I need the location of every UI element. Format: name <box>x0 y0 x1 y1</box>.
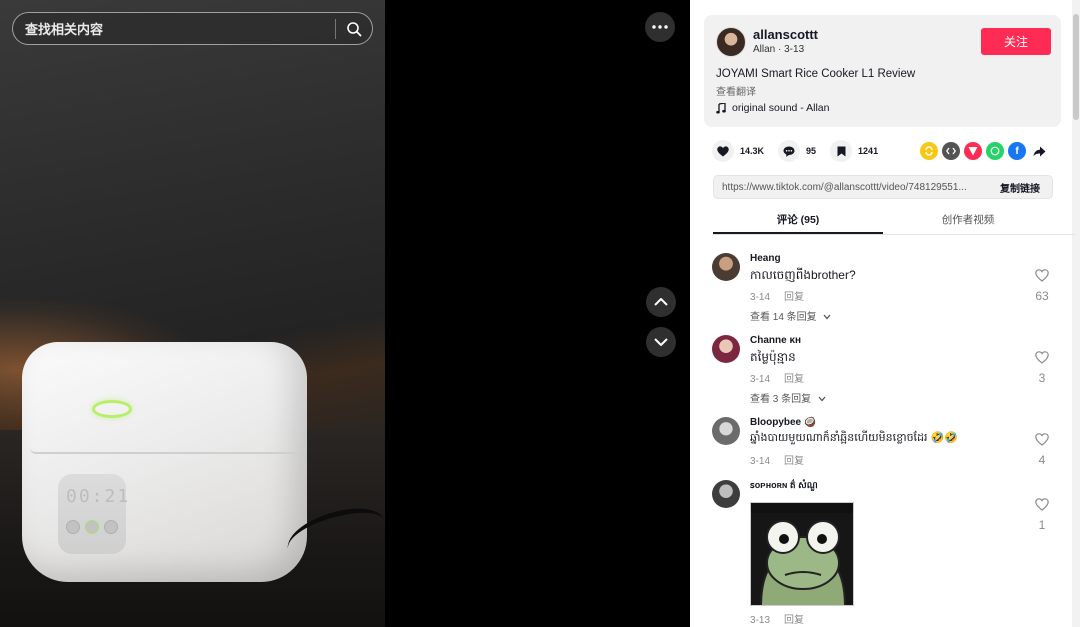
reply-button[interactable]: 回复 <box>784 292 804 303</box>
music-link[interactable]: original sound - Allan <box>716 102 829 114</box>
tab-creator-videos[interactable]: 创作者视频 <box>883 210 1053 234</box>
comment-username[interactable]: Channe ᴋʜ <box>750 335 801 346</box>
video-description: JOYAMI Smart Rice Cooker L1 Review <box>716 68 916 80</box>
comment-like-button[interactable]: 1 <box>1030 498 1054 532</box>
comment-text: ឆ្នាំងបាយមួយណាក៏នាំឆ្អិនហើយមិនខ្លោចដែរ 🤣… <box>750 432 958 444</box>
frog-meme-image[interactable] <box>750 502 854 606</box>
chevron-up-icon <box>654 298 668 306</box>
cooker-power-ring <box>92 400 132 418</box>
heart-outline-icon <box>1035 498 1049 511</box>
author-subtitle: Allan · 3-13 <box>753 44 805 55</box>
comment-item: Bloopybee 🥥 ឆ្នាំងបាយមួយណាក៏នាំឆ្អិនហើយម… <box>712 417 1062 467</box>
commenter-avatar[interactable] <box>712 335 740 363</box>
chevron-down-icon <box>818 396 826 402</box>
comment-username[interactable]: ꜱᴏᴘʜᴏʀɴ ត៌ សំណួ <box>750 480 818 493</box>
reply-button[interactable]: 回复 <box>784 615 804 626</box>
copy-link-button[interactable]: 复制链接 <box>1000 180 1052 195</box>
share-arrow-icon[interactable] <box>1030 142 1048 160</box>
video-link-text[interactable]: https://www.tiktok.com/@allanscottt/vide… <box>714 182 1000 193</box>
author-avatar[interactable] <box>716 27 746 57</box>
scrollbar[interactable] <box>1072 0 1080 627</box>
tab-comments[interactable]: 评论 (95) <box>713 210 883 234</box>
previous-video-button[interactable] <box>646 287 676 317</box>
heart-outline-icon <box>1035 433 1049 446</box>
comment-date: 3-14 <box>750 292 771 303</box>
comment-date: 3-13 <box>750 615 771 626</box>
comment-date: 3-14 <box>750 456 771 467</box>
comment-username[interactable]: Bloopybee 🥥 <box>750 417 816 428</box>
like-button[interactable]: 14.3K <box>712 140 764 162</box>
video-area: 00:21 查找相关内容 <box>0 0 690 627</box>
whatsapp-icon[interactable] <box>986 142 1004 160</box>
comment-button[interactable]: 95 <box>778 140 816 162</box>
comment-like-button[interactable]: 63 <box>1030 269 1054 303</box>
cooker-button <box>66 520 80 534</box>
facebook-icon[interactable]: f <box>1008 142 1026 160</box>
save-count: 1241 <box>858 146 879 156</box>
share-row: f <box>920 142 1048 160</box>
comment-text: កាលចេញពីងbrother? <box>750 268 856 282</box>
commenter-avatar[interactable] <box>712 480 740 508</box>
cooker-button <box>85 520 99 534</box>
comment-like-button[interactable]: 4 <box>1030 433 1054 467</box>
cooker-lid-line <box>30 448 300 454</box>
comment-date: 3-14 <box>750 374 771 385</box>
heart-outline-icon <box>1035 269 1049 282</box>
translate-link[interactable]: 查看翻译 <box>716 83 756 98</box>
panel-tabs: 评论 (95) 创作者视频 <box>713 210 1075 235</box>
music-note-icon <box>716 102 726 113</box>
view-replies-label: 查看 14 条回复 <box>750 312 817 323</box>
view-replies-label: 查看 3 条回复 <box>750 394 812 405</box>
send-icon[interactable] <box>964 142 982 160</box>
comment-icon[interactable] <box>778 140 801 162</box>
view-replies-button[interactable]: 查看 3 条回复 <box>750 390 826 405</box>
follow-button[interactable]: 关注 <box>981 28 1051 55</box>
comment-meta: 3-13 回复 <box>750 611 804 626</box>
repost-icon[interactable] <box>920 142 938 160</box>
comment-item: Heang កាលចេញពីងbrother? 3-14 回复 查看 14 条回复… <box>712 253 1062 323</box>
author-username[interactable]: allanscottt <box>753 27 818 42</box>
search-input[interactable]: 查找相关内容 <box>13 19 335 38</box>
cooker-display: 00:21 <box>66 486 131 507</box>
side-panel: allanscottt Allan · 3-13 关注 JOYAMI Smart… <box>690 0 1080 627</box>
scrollbar-thumb[interactable] <box>1073 14 1079 120</box>
heart-outline-icon <box>1035 351 1049 364</box>
reply-button[interactable]: 回复 <box>784 456 804 467</box>
save-button[interactable]: 1241 <box>830 140 878 162</box>
chevron-down-icon <box>823 314 831 320</box>
commenter-avatar[interactable] <box>712 417 740 445</box>
reply-button[interactable]: 回复 <box>784 374 804 385</box>
comment-text: តម្លៃប៉ុន្មាន <box>750 350 796 364</box>
comment-meta: 3-14 回复 <box>750 288 804 303</box>
commenter-avatar[interactable] <box>712 253 740 281</box>
bookmark-icon[interactable] <box>830 140 853 162</box>
action-row: 14.3K 95 1241 <box>712 140 892 162</box>
comment-item: Channe ᴋʜ តម្លៃប៉ុន្មាន 3-14 回复 查看 3 条回复 … <box>712 335 1062 405</box>
cooker-button <box>104 520 118 534</box>
embed-icon[interactable] <box>942 142 960 160</box>
chevron-down-icon <box>654 338 668 346</box>
comment-meta: 3-14 回复 <box>750 452 804 467</box>
music-label: original sound - Allan <box>732 102 830 114</box>
more-icon <box>652 25 668 29</box>
comment-like-count: 1 <box>1038 518 1046 532</box>
comment-like-button[interactable]: 3 <box>1030 351 1054 385</box>
comment-count: 95 <box>806 146 817 156</box>
heart-icon[interactable] <box>712 140 734 162</box>
search-box[interactable]: 查找相关内容 <box>12 12 373 45</box>
search-icon[interactable] <box>336 12 372 45</box>
comment-like-count: 4 <box>1038 453 1046 467</box>
video-link-box: https://www.tiktok.com/@allanscottt/vide… <box>713 175 1053 199</box>
view-replies-button[interactable]: 查看 14 条回复 <box>750 308 831 323</box>
next-video-button[interactable] <box>646 327 676 357</box>
more-options-button[interactable] <box>645 12 675 42</box>
author-card: allanscottt Allan · 3-13 关注 JOYAMI Smart… <box>704 15 1061 127</box>
comment-item: ꜱᴏᴘʜᴏʀɴ ត៌ សំណួ 3-13 回复 1 <box>712 480 1062 627</box>
comment-username[interactable]: Heang <box>750 253 781 264</box>
comment-like-count: 3 <box>1038 371 1046 385</box>
video-player[interactable]: 00:21 查找相关内容 <box>0 0 385 627</box>
like-count: 14.3K <box>740 146 765 156</box>
comment-like-count: 63 <box>1035 289 1049 303</box>
comment-meta: 3-14 回复 <box>750 370 804 385</box>
